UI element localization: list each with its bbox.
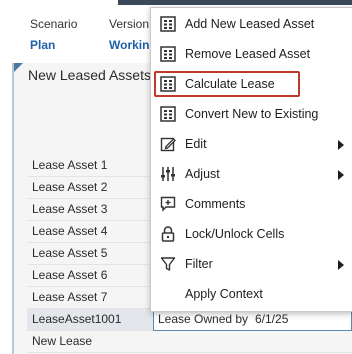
- menu-item-edit[interactable]: Edit: [151, 129, 352, 159]
- filter-funnel-icon: [160, 257, 176, 271]
- menu-item-label: Adjust: [185, 167, 220, 181]
- row-label[interactable]: Lease Asset 3: [32, 202, 107, 216]
- grid-form-icon: [160, 46, 176, 62]
- row-label[interactable]: Lease Asset 7: [32, 290, 107, 304]
- submenu-arrow-icon: [338, 140, 344, 150]
- row-label[interactable]: LeaseAsset1001: [32, 312, 121, 326]
- menu-item-apply-context[interactable]: Apply Context: [151, 279, 352, 309]
- menu-item-convert-new-to-existing[interactable]: Convert New to Existing: [151, 99, 352, 129]
- cell-text: Lease Owned by: [158, 312, 249, 326]
- menu-item-label: Convert New to Existing: [185, 107, 319, 121]
- grid-corner-marker: [14, 63, 23, 72]
- table-row[interactable]: New Lease: [27, 331, 352, 353]
- menu-item-add-new-leased-asset[interactable]: Add New Leased Asset: [151, 9, 352, 39]
- scenario-label: Scenario: [30, 17, 78, 31]
- menu-item-remove-leased-asset[interactable]: Remove Leased Asset: [151, 39, 352, 69]
- scenario-selector[interactable]: Scenario Plan: [30, 17, 77, 52]
- menu-item-label: Comments: [185, 197, 246, 211]
- row-label[interactable]: Lease Asset 6: [32, 268, 107, 282]
- edit-pencil-icon: [160, 137, 176, 152]
- row-label[interactable]: New Lease: [32, 334, 92, 348]
- menu-item-calculate-lease[interactable]: Calculate Lease: [151, 69, 352, 99]
- cell-date: 6/1/25: [255, 312, 289, 326]
- scenario-value[interactable]: Plan: [30, 38, 77, 52]
- version-label: Version: [109, 17, 150, 31]
- grid-form-icon: [160, 106, 176, 122]
- sliders-icon: [161, 167, 175, 181]
- row-label[interactable]: Lease Asset 4: [32, 224, 107, 238]
- menu-item-comments[interactable]: Comments: [151, 189, 352, 219]
- grid-form-icon: [160, 76, 176, 92]
- menu-item-filter[interactable]: Filter: [151, 249, 352, 279]
- row-label[interactable]: Lease Asset 5: [32, 246, 107, 260]
- lock-icon: [161, 226, 175, 242]
- form-title: New Leased Assets: [28, 67, 151, 83]
- menu-item-label: Remove Leased Asset: [185, 47, 311, 61]
- version-selector[interactable]: Version Workin: [109, 17, 149, 52]
- comment-icon: [160, 196, 176, 212]
- menu-item-label: Add New Leased Asset: [185, 17, 315, 31]
- context-menu: Add New Leased Asset Remove Leased Asset…: [150, 7, 352, 312]
- menu-item-label: Filter: [185, 257, 213, 271]
- grid-form-icon: [160, 16, 176, 32]
- submenu-arrow-icon: [338, 170, 344, 180]
- menu-item-label: Edit: [185, 137, 207, 151]
- header-accent-bar: [118, 0, 352, 5]
- menu-item-label: Calculate Lease: [185, 77, 275, 91]
- menu-item-adjust[interactable]: Adjust: [151, 159, 352, 189]
- menu-item-label: Lock/Unlock Cells: [185, 227, 285, 241]
- table-row-selected[interactable]: LeaseAsset1001 Lease Owned by 6/1/25: [27, 308, 352, 331]
- row-label[interactable]: Lease Asset 2: [32, 180, 107, 194]
- menu-item-label: Apply Context: [185, 287, 263, 301]
- submenu-arrow-icon: [338, 260, 344, 270]
- menu-item-lock-unlock-cells[interactable]: Lock/Unlock Cells: [151, 219, 352, 249]
- version-value[interactable]: Workin: [109, 38, 149, 52]
- row-label[interactable]: Lease Asset 1: [32, 158, 107, 172]
